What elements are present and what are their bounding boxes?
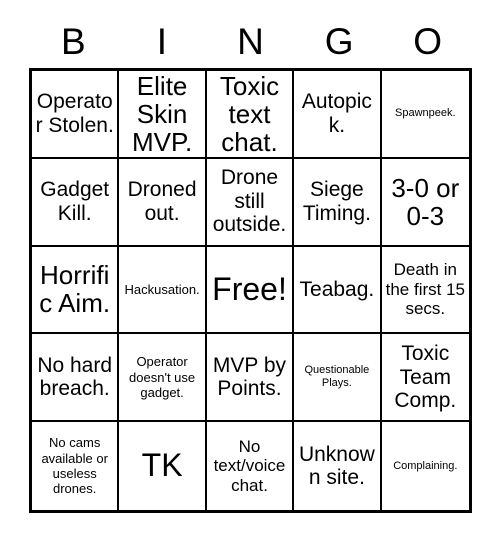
bingo-cell[interactable]: Teabag. — [294, 246, 382, 335]
bingo-cell-label: Spawnpeek. — [395, 107, 456, 120]
bingo-header-row: B I N G O — [29, 14, 472, 68]
bingo-cell[interactable]: Spawnpeek. — [381, 71, 469, 159]
bingo-cell[interactable]: Siege Timing. — [294, 158, 382, 247]
bingo-cell[interactable]: Droned out. — [119, 158, 207, 247]
bingo-cell[interactable]: Drone still outside. — [206, 158, 295, 247]
bingo-cell[interactable]: Toxic Team Comp. — [381, 334, 469, 423]
bingo-cell-label: Horrific Aim. — [39, 260, 111, 319]
bingo-cell-label: Hackusation. — [124, 281, 200, 297]
bingo-cell-label: Autopick. — [301, 90, 372, 137]
bingo-cell-label: Toxic text chat. — [219, 71, 280, 157]
bingo-cell[interactable]: 3-0 or 0-3 — [381, 158, 469, 247]
bingo-cell-label: Droned out. — [127, 178, 197, 225]
bingo-cell-label: Drone still outside. — [212, 166, 287, 237]
bingo-grid: Operator Stolen. Elite Skin MVP. Toxic tex… — [29, 68, 472, 513]
bingo-cell[interactable]: Questionable Plays. — [294, 334, 382, 423]
bingo-header-letter-g: G — [324, 20, 354, 62]
bingo-cell[interactable]: Complaining. — [381, 422, 469, 510]
bingo-cell-label: Teabag. — [299, 277, 375, 301]
bingo-cell-label: 3-0 or 0-3 — [391, 172, 460, 231]
bingo-cell[interactable]: No text/voice chat. — [206, 422, 295, 510]
bingo-cell[interactable]: Toxic text chat. — [206, 71, 295, 159]
bingo-cell[interactable]: Autopick. — [294, 71, 382, 159]
bingo-cell-label: Free! — [212, 270, 287, 307]
bingo-header-letter-b: B — [60, 20, 86, 62]
bingo-cell[interactable]: No hard breach. — [32, 334, 120, 423]
bingo-cell[interactable]: TK — [119, 422, 207, 510]
bingo-cell-label: No cams available or useless drones. — [41, 435, 108, 497]
bingo-cell-label: Death in the first 15 secs. — [385, 260, 465, 319]
bingo-cell-label: Questionable Plays. — [304, 364, 370, 390]
bingo-cell-label: Unknown site. — [298, 442, 375, 490]
bingo-cell-label: Siege Timing. — [302, 178, 371, 225]
bingo-cell[interactable]: Horrific Aim. — [32, 246, 120, 335]
bingo-cell-label: MVP by Points. — [212, 353, 287, 401]
bingo-header-letter-n: N — [237, 20, 264, 62]
bingo-cell-label: Complaining. — [393, 459, 458, 472]
bingo-cell-label: Toxic Team Comp. — [394, 342, 457, 413]
bingo-cell[interactable]: No cams available or useless drones. — [32, 422, 120, 510]
bingo-cell[interactable]: Operator Stolen. — [32, 71, 120, 159]
bingo-cell[interactable]: Hackusation. — [119, 246, 207, 335]
bingo-cell-label: Operator doesn't use gadget. — [129, 354, 196, 400]
bingo-header-letter-o: O — [413, 20, 443, 62]
bingo-cell[interactable]: Operator doesn't use gadget. — [119, 334, 207, 423]
bingo-cell[interactable]: Death in the first 15 secs. — [381, 246, 469, 335]
bingo-card: B I N G O Operator Stolen. Elite Skin MVP… — [0, 0, 501, 544]
bingo-cell-label: No text/voice chat. — [213, 437, 286, 495]
bingo-free-space[interactable]: Free! — [206, 246, 295, 335]
bingo-cell-label: Gadget Kill. — [40, 178, 110, 225]
bingo-cell[interactable]: Unknown site. — [294, 422, 382, 510]
bingo-cell[interactable]: MVP by Points. — [206, 334, 295, 423]
bingo-cell-label: Elite Skin MVP. — [131, 71, 193, 157]
bingo-cell[interactable]: Gadget Kill. — [32, 158, 120, 247]
bingo-cell-label: Operator Stolen. — [35, 90, 114, 137]
bingo-cell-label: TK — [141, 447, 183, 484]
bingo-cell-label: No hard breach. — [37, 353, 113, 401]
bingo-header-letter-i: I — [156, 20, 168, 62]
bingo-cell[interactable]: Elite Skin MVP. — [119, 71, 207, 159]
